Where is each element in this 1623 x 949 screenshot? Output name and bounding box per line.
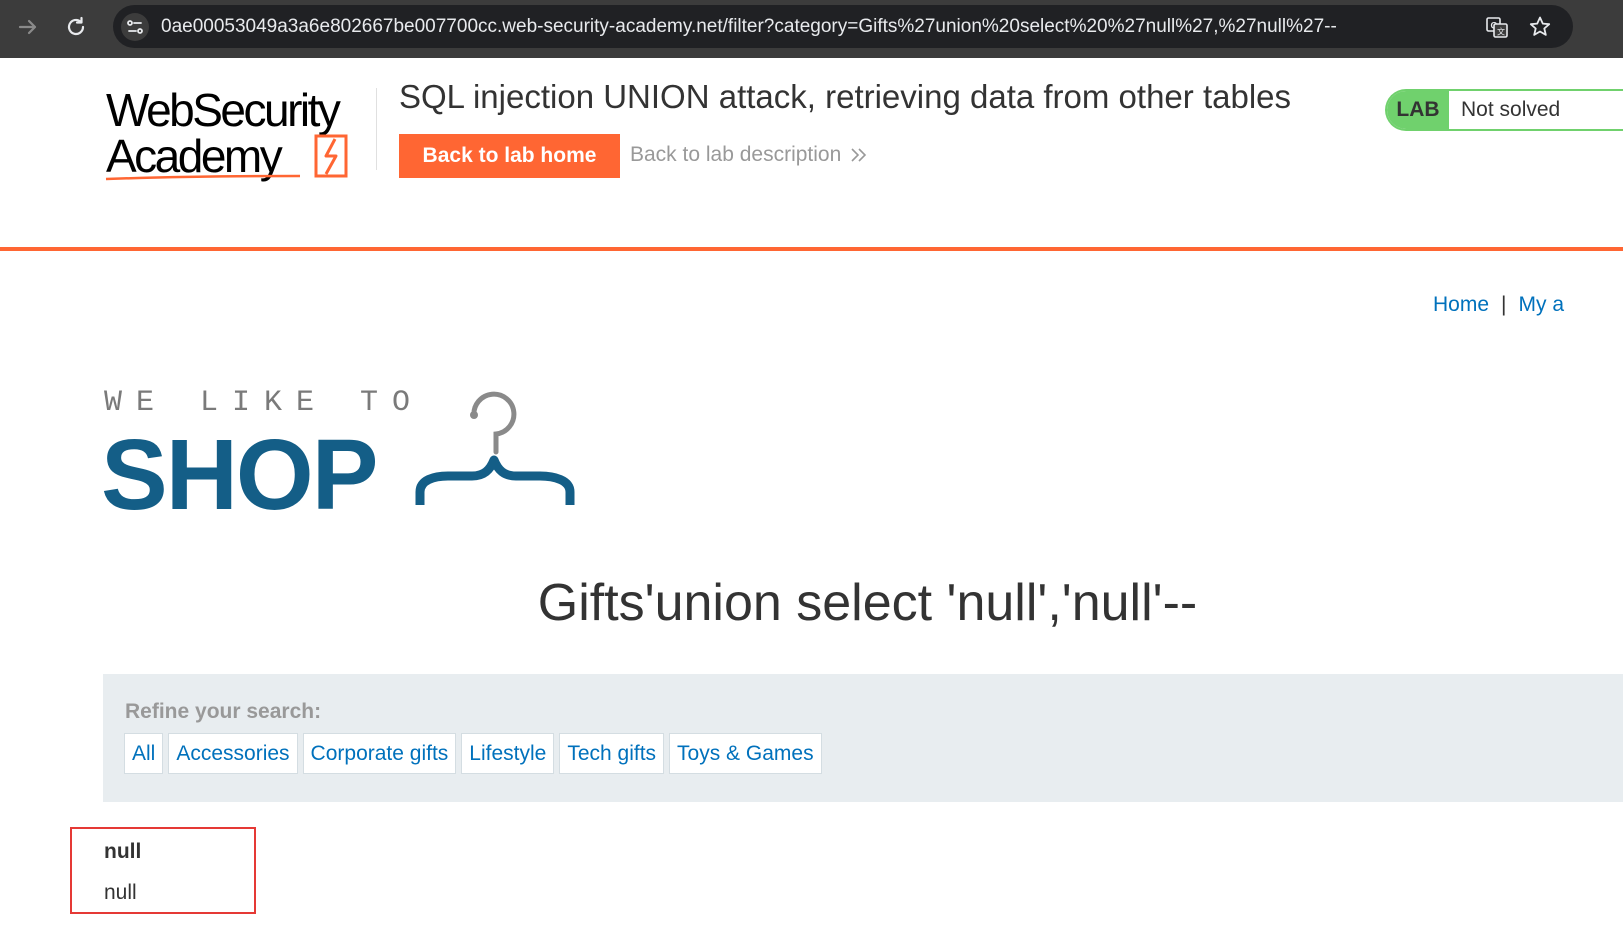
header-rule <box>0 247 1623 251</box>
lab-title: SQL injection UNION attack, retrieving d… <box>399 78 1291 115</box>
filter-category-list: All Accessories Corporate gifts Lifestyl… <box>124 733 822 774</box>
filter-category-accessories[interactable]: Accessories <box>168 733 298 774</box>
reload-icon[interactable] <box>62 13 90 41</box>
url-text[interactable]: 0ae00053049a3a6e802667be007700cc.web-sec… <box>161 16 1337 38</box>
web-security-academy-logo[interactable]: WebSecurity Academy <box>104 84 374 184</box>
logo-line1: WebSecurity <box>106 84 341 136</box>
filter-category-toys-games[interactable]: Toys & Games <box>669 733 822 774</box>
bookmark-star-icon[interactable] <box>1526 13 1554 41</box>
site-info-icon[interactable] <box>121 13 149 41</box>
forward-arrow-icon[interactable] <box>14 13 42 41</box>
filter-category-corporate-gifts[interactable]: Corporate gifts <box>302 733 457 774</box>
filter-category-lifestyle[interactable]: Lifestyle <box>461 733 555 774</box>
filter-panel: Refine your search: All Accessories Corp… <box>103 674 1623 802</box>
result-title: null <box>104 840 142 863</box>
address-bar[interactable]: 0ae00053049a3a6e802667be007700cc.web-sec… <box>113 5 1573 48</box>
double-chevron-right-icon <box>851 148 867 162</box>
result-highlight-box <box>70 827 256 914</box>
nav-separator: | <box>1501 293 1507 316</box>
filter-category-all[interactable]: All <box>124 733 164 774</box>
filter-category-tech-gifts[interactable]: Tech gifts <box>559 733 665 774</box>
browser-toolbar: 0ae00053049a3a6e802667be007700cc.web-sec… <box>0 0 1623 58</box>
result-body: null <box>104 881 137 904</box>
translate-icon[interactable]: G文 <box>1483 13 1511 41</box>
back-to-lab-description-link[interactable]: Back to lab description <box>630 143 869 167</box>
nav-home-link[interactable]: Home <box>1433 293 1489 316</box>
filter-label: Refine your search: <box>125 700 322 723</box>
back-to-lab-home-button[interactable]: Back to lab home <box>399 134 620 178</box>
nav-my-account-link[interactable]: My a <box>1519 293 1565 316</box>
back-description-label: Back to lab description <box>630 143 842 166</box>
shop-logo-word: SHOP <box>101 419 378 531</box>
category-heading: Gifts'union select 'null','null'-- <box>537 574 1198 632</box>
shop-tagline: WE LIKE TO <box>104 386 425 420</box>
lab-status-text: Not solved <box>1461 98 1561 121</box>
svg-text:文: 文 <box>1497 27 1505 37</box>
lab-status-badge: LAB Not solved <box>1385 89 1623 131</box>
top-nav: Home | My a <box>1433 293 1564 317</box>
header-divider <box>376 88 377 170</box>
lab-badge-label: LAB <box>1387 91 1449 129</box>
logo-line2: Academy <box>106 130 283 182</box>
hanger-icon <box>414 388 576 512</box>
